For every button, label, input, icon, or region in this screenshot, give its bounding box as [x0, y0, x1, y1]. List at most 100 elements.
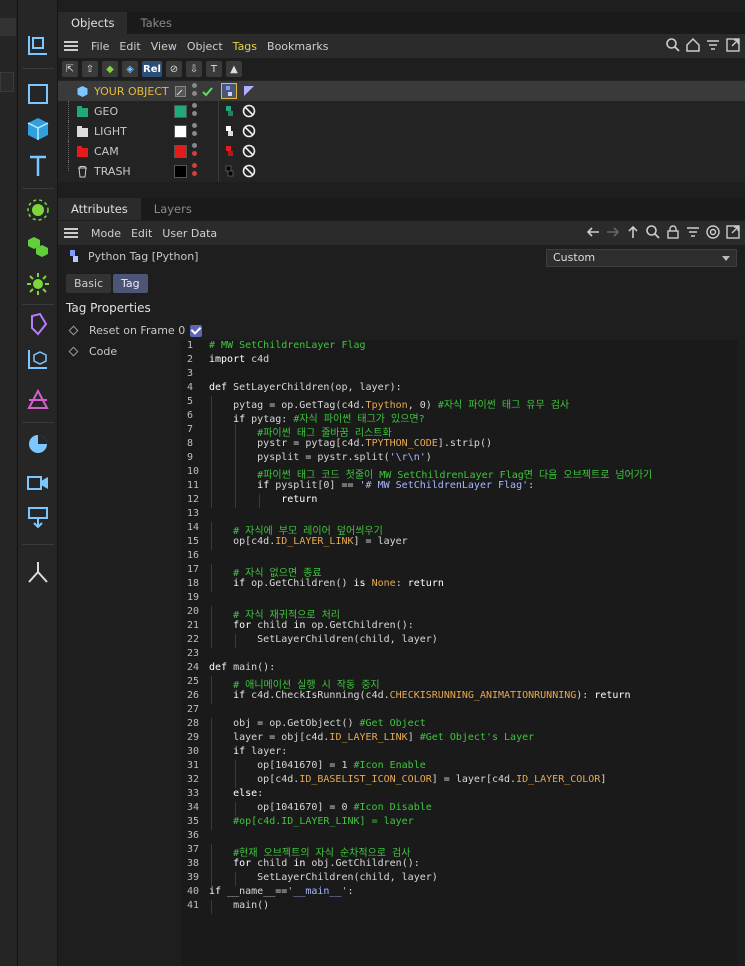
checkmark-icon[interactable]	[201, 85, 214, 98]
visibility-dots[interactable]	[192, 163, 198, 179]
cube-icon[interactable]	[22, 113, 54, 145]
search-icon[interactable]	[645, 224, 661, 240]
layer-tag-icon[interactable]	[242, 84, 256, 98]
object-toolbar: ⇱ ⇧ ◆ ◈ Rel ⊘ ⇩ T ▲	[62, 60, 745, 78]
visibility-dots[interactable]	[192, 123, 198, 139]
scene-icon[interactable]	[22, 428, 54, 460]
tab-objects[interactable]: Objects	[58, 12, 128, 34]
generator-icon[interactable]	[22, 194, 54, 226]
camera-icon[interactable]	[22, 466, 54, 498]
search-icon[interactable]	[665, 37, 681, 53]
cubes-icon[interactable]: ◈	[122, 61, 138, 77]
upload-icon[interactable]: ⇧	[82, 61, 98, 77]
object-row-trash[interactable]: TRASH	[58, 161, 745, 181]
expand-icon[interactable]	[725, 37, 741, 53]
menu-tags[interactable]: Tags	[228, 40, 262, 53]
edit-icon[interactable]	[175, 85, 186, 97]
python-tag-icon[interactable]	[221, 83, 237, 99]
text-tool-icon[interactable]: T	[205, 61, 222, 77]
visibility-dots[interactable]	[192, 103, 198, 119]
menu-edit[interactable]: Edit	[126, 227, 157, 240]
plane-icon[interactable]	[22, 78, 54, 110]
menu-view[interactable]: View	[146, 40, 182, 53]
collapse-icon[interactable]: ⇱	[62, 61, 78, 77]
null-icon	[77, 145, 88, 157]
python-tag-icon[interactable]	[222, 164, 236, 178]
menu-user-data[interactable]: User Data	[157, 227, 222, 240]
line-number: 40	[187, 886, 200, 897]
object-row-your-object[interactable]: YOUR OBJECT	[58, 81, 745, 101]
cloner-icon[interactable]	[22, 231, 54, 263]
python-tag-icon[interactable]	[222, 124, 236, 138]
hamburger-menu-icon[interactable]	[64, 228, 78, 238]
disabled-icon[interactable]	[242, 104, 256, 118]
objects-menubar: File Edit View Object Tags Bookmarks	[58, 34, 745, 58]
tab-takes[interactable]: Takes	[127, 12, 185, 34]
download-icon[interactable]: ⇩	[185, 61, 202, 77]
code-text: pystr = pytag[c4d.TPYTHON_CODE].strip()	[209, 438, 492, 449]
visibility-dots[interactable]	[192, 143, 198, 159]
object-row-cam[interactable]: CAM	[58, 141, 745, 161]
trash-mini-icon[interactable]	[0, 72, 14, 92]
expand-icon[interactable]	[725, 224, 741, 240]
filter-icon[interactable]	[705, 37, 721, 53]
menu-mode[interactable]: Mode	[86, 227, 126, 240]
code-text: if __name__=='__main__':	[209, 886, 354, 897]
line-number: 13	[187, 508, 200, 519]
tab-attributes[interactable]: Attributes	[58, 198, 141, 220]
layer-color-swatch[interactable]	[174, 144, 187, 158]
tab-tag[interactable]: Tag	[113, 274, 148, 293]
code-editor[interactable]: 1 # MW SetChildrenLayer Flag 2 import c4d 3 4…	[181, 340, 738, 966]
layer-color-swatch[interactable]	[174, 124, 187, 138]
reset-on-frame-checkbox[interactable]	[190, 324, 203, 337]
hamburger-menu-icon[interactable]	[64, 41, 78, 51]
back-arrow-icon[interactable]	[585, 224, 601, 240]
menu-object[interactable]: Object	[182, 40, 228, 53]
layer-color-swatch[interactable]	[174, 164, 187, 178]
code-text: return	[281, 494, 318, 505]
code-label: Code	[89, 345, 118, 358]
effector-icon[interactable]	[22, 268, 54, 300]
spline-icon[interactable]	[22, 384, 54, 416]
disabled-icon[interactable]	[242, 144, 256, 158]
keyframe-diamond-icon[interactable]	[68, 346, 79, 357]
disabled-icon[interactable]	[242, 164, 256, 178]
menu-file[interactable]: File	[86, 40, 114, 53]
layer-color-swatch[interactable]	[174, 104, 187, 118]
line-number: 25	[187, 676, 200, 687]
visibility-dots[interactable]	[192, 83, 198, 99]
floor-icon[interactable]	[22, 501, 54, 533]
text-icon[interactable]	[22, 150, 54, 182]
code-text: import c4d	[209, 354, 270, 365]
cube-add-icon[interactable]: ◆	[102, 61, 118, 77]
home-icon[interactable]	[685, 37, 701, 53]
scene-nodes-icon[interactable]	[22, 556, 54, 588]
lock-icon[interactable]	[665, 224, 681, 240]
target-icon[interactable]	[705, 224, 721, 240]
null-object-icon[interactable]	[22, 344, 54, 376]
forward-arrow-icon[interactable]	[605, 224, 621, 240]
up-arrow-icon[interactable]	[625, 224, 641, 240]
tab-layers[interactable]: Layers	[141, 198, 205, 220]
coordinate-system-icon[interactable]	[22, 30, 54, 62]
tab-basic[interactable]: Basic	[66, 274, 112, 293]
object-row-light[interactable]: LIGHT	[58, 121, 745, 141]
python-tag-icon[interactable]	[222, 144, 236, 158]
menu-edit[interactable]: Edit	[114, 40, 145, 53]
rel-toggle[interactable]: Rel	[142, 61, 162, 77]
python-tag-icon[interactable]	[222, 104, 236, 118]
menu-bookmarks[interactable]: Bookmarks	[262, 40, 333, 53]
preset-dropdown[interactable]: Custom	[546, 249, 737, 267]
line-number: 9	[187, 452, 194, 463]
deformer-icon[interactable]	[22, 308, 54, 340]
line-number: 41	[187, 900, 200, 911]
code-line: 1 # MW SetChildrenLayer Flag	[181, 340, 738, 354]
block-icon[interactable]: ⊘	[165, 61, 182, 77]
image-icon[interactable]: ▲	[225, 61, 242, 77]
column-divider	[218, 80, 219, 182]
line-number: 34	[187, 802, 200, 813]
object-row-geo[interactable]: GEO	[58, 101, 745, 121]
keyframe-diamond-icon[interactable]	[68, 325, 79, 336]
filter-icon[interactable]	[685, 224, 701, 240]
disabled-icon[interactable]	[242, 124, 256, 138]
